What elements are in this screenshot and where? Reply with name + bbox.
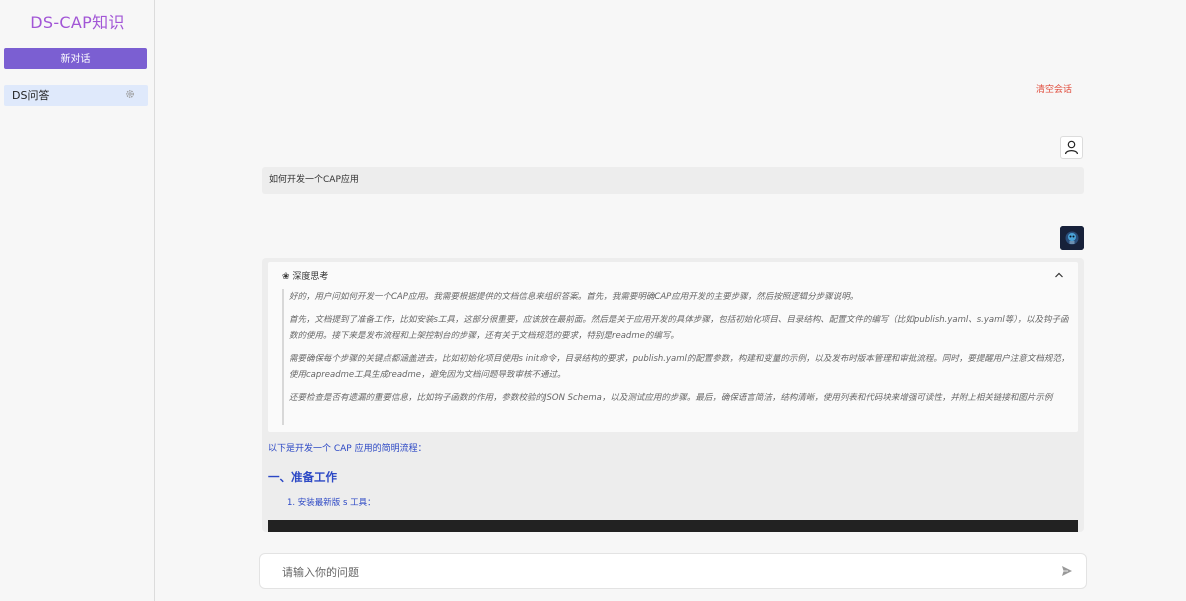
bot-avatar-icon [1060,226,1084,250]
send-icon[interactable] [1061,565,1073,577]
thinking-paragraph: 首先，文档提到了准备工作，比如安装s工具，这部分很重要，应该放在最前面。然后是关… [289,315,1069,341]
gear-icon[interactable] [125,89,135,99]
sidebar: DS-CAP知识 新对话 DS问答 [0,0,155,601]
chevron-up-icon[interactable] [1054,271,1064,279]
answer-heading: 一、准备工作 [268,470,337,484]
question-input[interactable] [280,561,1044,583]
thinking-content: 好的，用户问如何开发一个CAP应用。我需要根据提供的文档信息来组织答案。首先，我… [282,289,1070,425]
conversation-label: DS问答 [12,89,50,102]
answer-intro: 以下是开发一个 CAP 应用的简明流程： [268,444,427,454]
thinking-paragraph: 需要确保每个步骤的关键点都涵盖进去，比如初始化项目使用s init命令，目录结构… [289,354,1070,380]
clear-conversation-button[interactable]: 清空会话 [1036,82,1072,95]
answer-list-item: 1. 安装最新版 s 工具： [287,498,376,508]
app-title: DS-CAP知识 [30,13,125,32]
thinking-paragraph: 好的，用户问如何开发一个CAP应用。我需要根据提供的文档信息来组织答案。首先，我… [289,292,859,302]
user-icon [1060,136,1083,159]
conversation-item[interactable]: DS问答 [4,85,148,106]
thinking-title: ❀ 深度思考 [282,272,329,282]
new-chat-button[interactable]: 新对话 [4,48,147,69]
thinking-paragraph: 还要检查是否有遗漏的重要信息，比如钩子函数的作用，参数校验的JSON Schem… [289,393,1053,403]
thinking-panel: ❀ 深度思考 好的，用户问如何开发一个CAP应用。我需要根据提供的文档信息来组织… [268,262,1078,432]
user-message: 如何开发一个CAP应用 [262,167,1084,194]
assistant-message: ❀ 深度思考 好的，用户问如何开发一个CAP应用。我需要根据提供的文档信息来组织… [262,258,1084,532]
chat-input-box [259,553,1087,589]
code-block [268,520,1078,532]
